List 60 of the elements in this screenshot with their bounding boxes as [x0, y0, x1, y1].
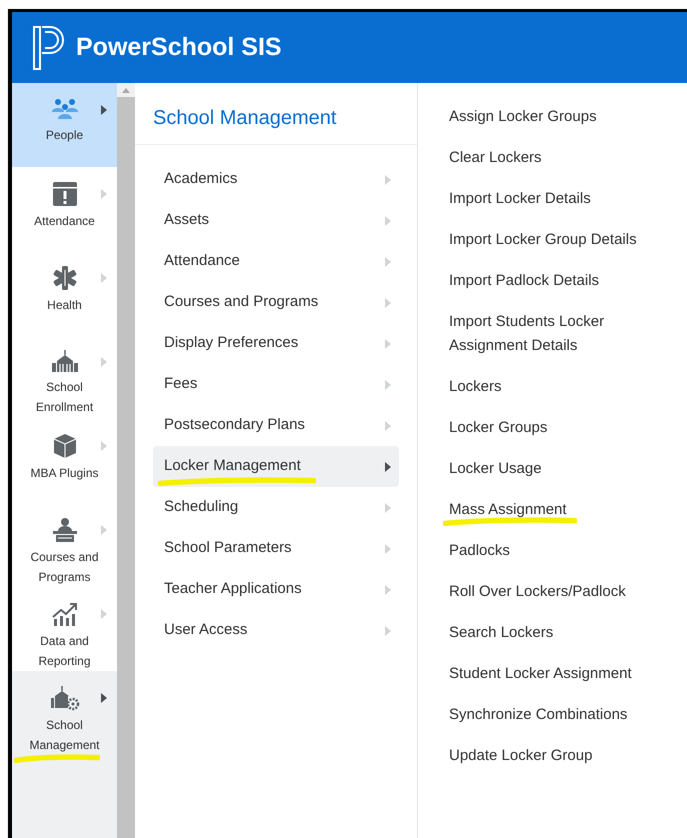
- caret-icon: [385, 216, 391, 226]
- caret-icon: [385, 380, 391, 390]
- sidebar-label: Courses and Programs: [29, 549, 100, 586]
- caret-icon: [385, 584, 391, 594]
- calendar-alert-icon: [52, 181, 78, 207]
- caret-icon: [385, 174, 391, 184]
- caret-icon: [385, 544, 391, 554]
- caret-icon: [385, 338, 391, 348]
- submenu-item[interactable]: Import Students Locker Assignment Details: [449, 310, 687, 375]
- app-title: PowerSchool SIS: [76, 32, 282, 63]
- people-icon: [50, 97, 78, 121]
- submenu-item[interactable]: Assign Locker Groups: [449, 105, 687, 146]
- caret-icon: [101, 441, 107, 451]
- scroll-up-icon[interactable]: [122, 88, 130, 92]
- sidebar-label: School Enrollment: [34, 379, 94, 416]
- menu-item[interactable]: Locker Management: [153, 446, 399, 487]
- submenu-item[interactable]: Locker Groups: [449, 416, 687, 457]
- submenu-item[interactable]: Mass Assignment: [449, 498, 687, 539]
- sidebar-label: Data and Reporting: [37, 633, 92, 670]
- caret-icon: [101, 357, 107, 367]
- caret-icon: [385, 256, 391, 266]
- caret-icon: [385, 462, 391, 472]
- desk-person-icon: [50, 517, 78, 543]
- caret-icon: [101, 693, 107, 703]
- caret-icon: [385, 420, 391, 430]
- submenu-item[interactable]: Import Locker Details: [449, 187, 687, 228]
- menu-title: School Management: [153, 106, 338, 131]
- submenu-item[interactable]: Roll Over Lockers/Padlock: [449, 580, 687, 621]
- sidebar-label: People: [44, 127, 84, 144]
- submenu-item[interactable]: Synchronize Combinations: [449, 703, 687, 744]
- cube-icon: [52, 433, 76, 459]
- caret-icon: [101, 609, 107, 619]
- caret-icon: [101, 525, 107, 535]
- submenu-item[interactable]: Lockers: [449, 375, 687, 416]
- caret-icon: [101, 189, 107, 199]
- scrollbar[interactable]: [117, 83, 135, 838]
- caret-icon: [385, 626, 391, 636]
- school-building-icon: [50, 349, 78, 373]
- caret-icon: [101, 273, 107, 283]
- submenu-item[interactable]: Locker Usage: [449, 457, 687, 498]
- caret-icon: [385, 502, 391, 512]
- submenu-item[interactable]: Clear Lockers: [449, 146, 687, 187]
- sidebar-label: MBA Plugins: [29, 465, 100, 482]
- sidebar-label: Health: [46, 297, 83, 314]
- submenu-item[interactable]: Search Lockers: [449, 621, 687, 662]
- sidebar-item[interactable]: School Management: [12, 671, 117, 838]
- school-gear-icon: [50, 685, 80, 711]
- sidebar-label: Attendance: [33, 213, 96, 230]
- submenu-item[interactable]: Padlocks: [449, 539, 687, 580]
- submenu-item[interactable]: Import Padlock Details: [449, 269, 687, 310]
- caret-icon: [385, 298, 391, 308]
- caret-icon: [101, 105, 107, 115]
- medical-star-icon: [52, 265, 78, 291]
- logo-icon: [32, 24, 66, 70]
- sidebar-item[interactable]: People: [12, 83, 117, 167]
- bar-chart-icon: [50, 601, 78, 627]
- sidebar-label: School Management: [20, 715, 110, 755]
- submenu-item[interactable]: Student Locker Assignment: [449, 662, 687, 703]
- submenu-item[interactable]: Update Locker Group: [449, 744, 687, 785]
- submenu-item[interactable]: Import Locker Group Details: [449, 228, 687, 269]
